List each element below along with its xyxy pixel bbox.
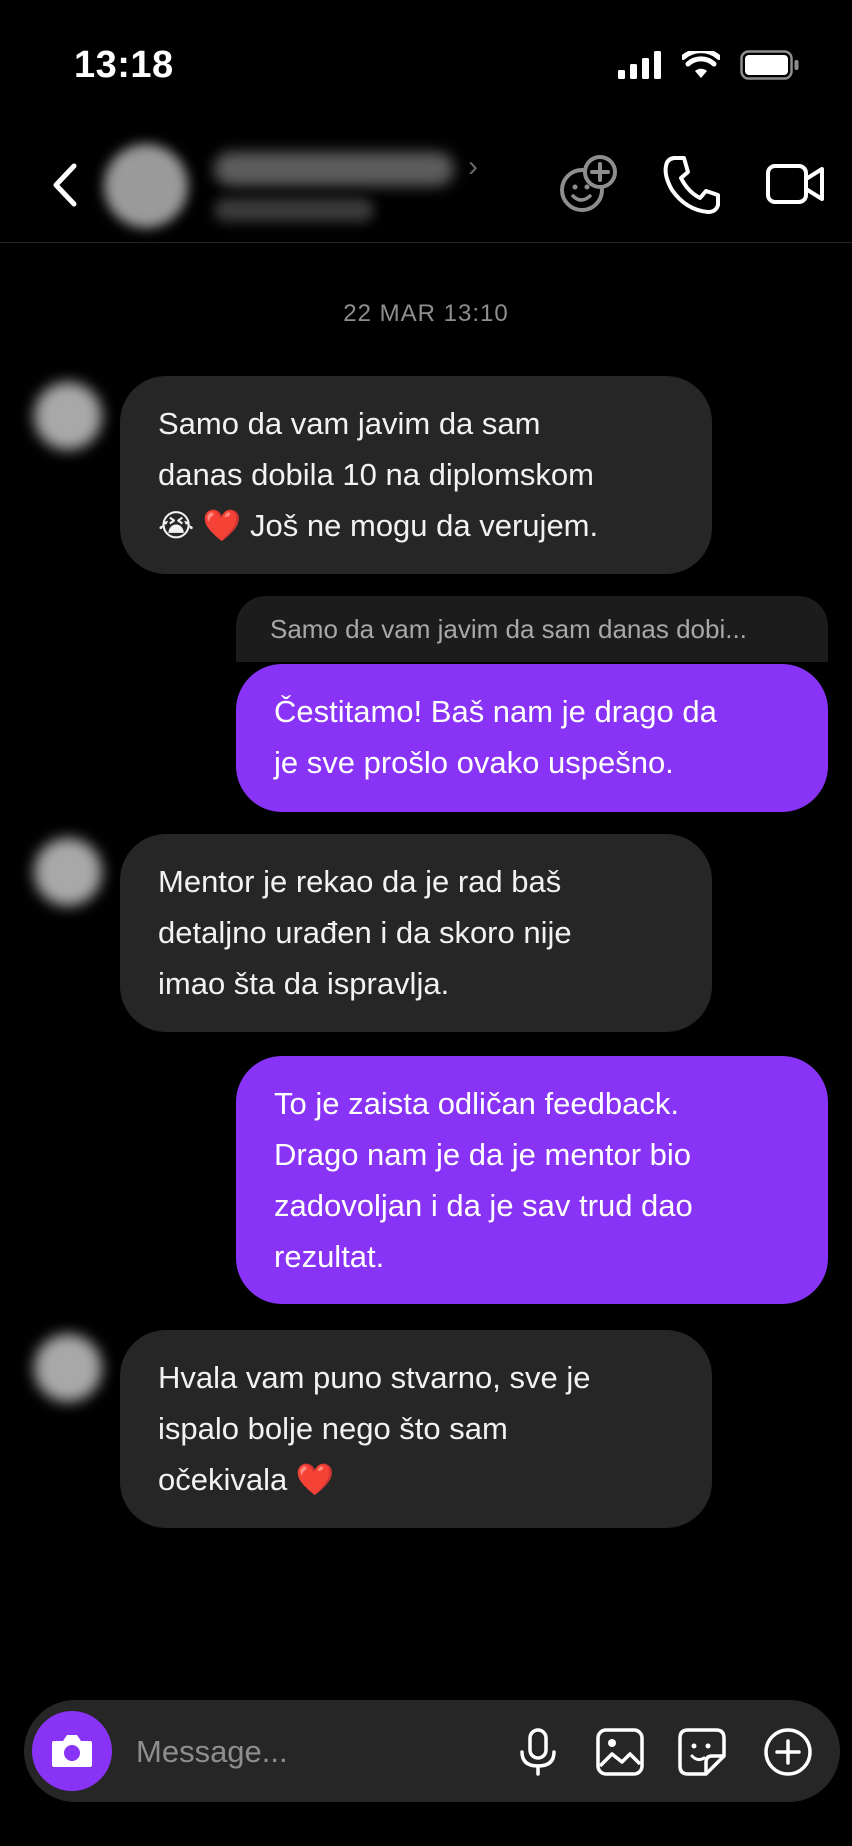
reply-preview[interactable]: Samo da vam javim da sam danas dobi... xyxy=(236,596,828,662)
message-text-line: Hvala vam puno stvarno, sve je xyxy=(158,1360,591,1395)
plus-circle-icon[interactable] xyxy=(762,1726,814,1778)
chat-header: › xyxy=(0,130,852,243)
contact-avatar[interactable] xyxy=(104,144,188,228)
incoming-message-bubble[interactable]: Hvala vam puno stvarno, sve je ispalo bo… xyxy=(120,1330,712,1528)
battery-icon xyxy=(740,50,799,80)
sender-avatar[interactable] xyxy=(34,1334,102,1402)
message-text-line: Samo da vam javim da sam xyxy=(158,406,541,441)
message-text-line: ispalo bolje nego što sam xyxy=(158,1411,508,1446)
status-time: 13:18 xyxy=(74,44,174,86)
message-text-line: danas dobila 10 na diplomskom xyxy=(158,457,594,492)
gallery-icon[interactable] xyxy=(594,1726,646,1778)
outgoing-message-bubble[interactable]: To je zaista odličan feedback. Drago nam… xyxy=(236,1056,828,1304)
back-chevron-icon[interactable] xyxy=(46,160,86,210)
cellular-signal-icon xyxy=(618,51,661,79)
message-text-line: očekivala ❤️ xyxy=(158,1462,335,1497)
incoming-message-bubble[interactable]: Mentor je rekao da je rad baš detaljno u… xyxy=(120,834,712,1032)
message-text-line: je sve prošlo ovako uspešno. xyxy=(274,745,674,780)
sender-avatar[interactable] xyxy=(34,838,102,906)
message-text-line: rezultat. xyxy=(274,1239,385,1274)
chevron-right-icon[interactable]: › xyxy=(468,150,478,184)
message-text-line: zadovoljan i da je sav trud dao xyxy=(274,1188,693,1223)
wifi-icon xyxy=(682,51,720,78)
conversation-timestamp: 22 MAR 13:10 xyxy=(343,300,509,327)
message-text-line: 😭 ❤️ Još ne mogu da verujem. xyxy=(158,508,599,543)
status-bar: 13:18 xyxy=(0,0,852,120)
microphone-icon[interactable] xyxy=(512,1726,564,1778)
message-text-line: detaljno urađen i da skoro nije xyxy=(158,915,572,950)
video-camera-icon[interactable] xyxy=(764,152,828,216)
message-text-line: Drago nam je da je mentor bio xyxy=(274,1137,692,1172)
message-text-line: Mentor je rekao da je rad baš xyxy=(158,864,562,899)
camera-button[interactable] xyxy=(32,1711,112,1791)
camera-icon xyxy=(52,1735,92,1767)
message-input[interactable] xyxy=(134,1726,518,1778)
sender-avatar[interactable] xyxy=(34,382,102,450)
status-icons xyxy=(618,50,800,80)
message-text-line: imao šta da ispravlja. xyxy=(158,966,450,1001)
incoming-message-bubble[interactable]: Samo da vam javim da sam danas dobila 10… xyxy=(120,376,712,574)
outgoing-message-bubble[interactable]: Čestitamo! Baš nam je drago da je sve pr… xyxy=(236,664,828,812)
add-people-icon[interactable] xyxy=(556,152,620,216)
message-composer xyxy=(24,1700,840,1802)
message-text-line: To je zaista odličan feedback. xyxy=(274,1086,679,1121)
contact-subtitle xyxy=(214,198,374,222)
phone-icon[interactable] xyxy=(660,152,724,216)
message-text-line: Čestitamo! Baš nam je drago da xyxy=(274,694,717,729)
sticker-icon[interactable] xyxy=(676,1726,728,1778)
contact-name[interactable] xyxy=(214,152,454,186)
